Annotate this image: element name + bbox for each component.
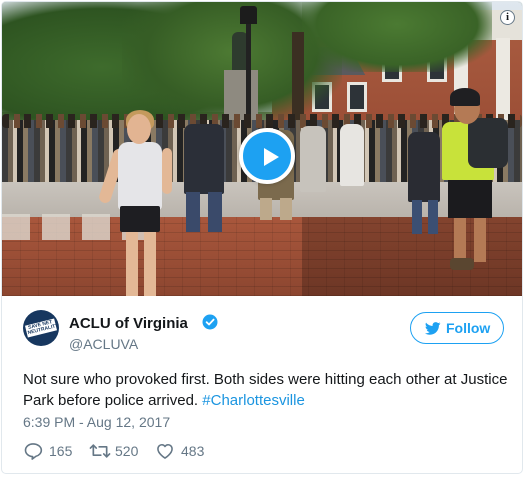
scene-man-shoe bbox=[450, 258, 474, 270]
scene-woman-shorts bbox=[120, 206, 160, 232]
hashtag-link[interactable]: #Charlottesville bbox=[202, 392, 305, 409]
embedded-tweet-card: i SAVE NET NEUTRALITY ACLU of Virginia @… bbox=[1, 1, 523, 474]
scene-person bbox=[408, 132, 440, 202]
reply-icon bbox=[24, 443, 43, 460]
video-thumbnail[interactable]: i bbox=[2, 2, 522, 296]
twitter-bird-icon bbox=[425, 322, 441, 335]
scene-person bbox=[184, 124, 224, 194]
retweet-button[interactable]: 520 bbox=[89, 441, 149, 461]
info-icon[interactable]: i bbox=[500, 10, 515, 25]
scene-man-leg bbox=[454, 216, 466, 262]
scene-person-legs bbox=[260, 198, 292, 220]
follow-button-label: Follow bbox=[446, 320, 491, 336]
like-count: 483 bbox=[181, 443, 205, 459]
reply-button[interactable]: 165 bbox=[23, 441, 83, 461]
scene-person bbox=[340, 124, 364, 186]
scene-man-leg bbox=[474, 216, 486, 262]
scene-person-legs bbox=[186, 192, 222, 232]
scene-man-shorts bbox=[448, 178, 492, 218]
like-icon bbox=[157, 443, 173, 459]
author-handle[interactable]: @ACLUVA bbox=[69, 336, 138, 352]
scene-person-legs bbox=[412, 200, 438, 234]
play-button[interactable] bbox=[239, 128, 295, 184]
author-display-name[interactable]: ACLU of Virginia bbox=[69, 315, 188, 332]
like-button[interactable]: 483 bbox=[155, 441, 215, 461]
play-icon bbox=[264, 148, 279, 166]
scene-man-helmet bbox=[450, 88, 480, 106]
scene-woman-leg bbox=[144, 230, 156, 296]
follow-button[interactable]: Follow bbox=[410, 312, 504, 344]
scene-window bbox=[347, 82, 367, 112]
retweet-count: 520 bbox=[115, 443, 139, 459]
retweet-icon bbox=[89, 444, 111, 458]
scene-lamp-head bbox=[240, 6, 257, 24]
scene-woman-head bbox=[127, 114, 151, 144]
avatar[interactable]: SAVE NET NEUTRALITY bbox=[23, 310, 59, 346]
verified-icon bbox=[202, 314, 218, 330]
reply-count: 165 bbox=[49, 443, 73, 459]
scene-person bbox=[300, 126, 326, 192]
scene-man-backpack bbox=[468, 118, 508, 168]
tweet-text: Not sure who provoked first. Both sides … bbox=[23, 369, 513, 411]
tweet-timestamp[interactable]: 6:39 PM - Aug 12, 2017 bbox=[23, 414, 170, 430]
scene-tree bbox=[302, 2, 492, 72]
scene-woman-shirt bbox=[118, 142, 162, 210]
scene-woman-leg bbox=[126, 230, 138, 296]
scene-woman-arm bbox=[162, 148, 172, 194]
info-icon-glyph: i bbox=[505, 11, 510, 23]
